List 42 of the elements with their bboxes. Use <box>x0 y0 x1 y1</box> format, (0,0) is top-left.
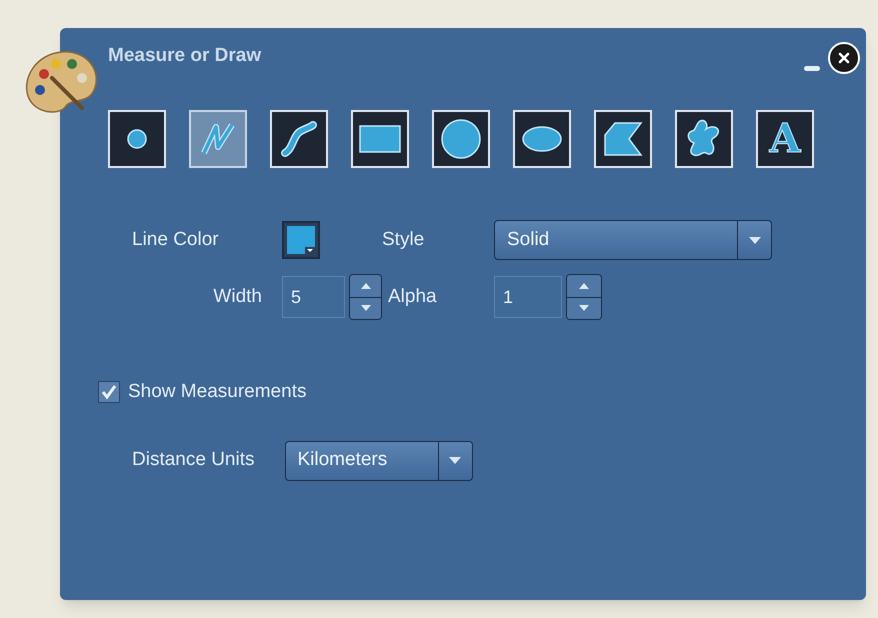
draw-tool-button[interactable] <box>108 110 166 168</box>
down-arrow-icon <box>579 305 589 312</box>
circle-icon <box>440 118 482 160</box>
draw-tool-button[interactable] <box>675 110 733 168</box>
caret-icon <box>449 457 461 464</box>
dropdown[interactable]: Solid <box>494 220 772 260</box>
draw-tool-button[interactable] <box>594 110 652 168</box>
caret-icon <box>748 236 760 244</box>
draw-tool-button[interactable] <box>270 110 328 168</box>
minimize-button[interactable] <box>804 66 820 70</box>
ellipse-icon <box>522 126 562 152</box>
alpha-label: Alpha <box>387 284 438 309</box>
close-button[interactable] <box>828 42 860 74</box>
draw-tool-button[interactable] <box>432 110 490 168</box>
down-arrow-icon <box>360 305 371 312</box>
spin-buttons[interactable] <box>349 274 382 320</box>
number-field[interactable]: 5 <box>282 276 346 318</box>
width-label: Width <box>212 284 263 309</box>
distance-units-label: Distance Units <box>132 448 254 472</box>
caret-icon <box>305 247 315 254</box>
blob-icon <box>686 119 722 159</box>
draw-tool-button[interactable] <box>351 110 409 168</box>
polygon-icon <box>603 121 643 157</box>
up-arrow-icon <box>579 282 589 289</box>
up-arrow-icon <box>360 282 371 289</box>
check-icon <box>101 384 117 400</box>
color-picker[interactable] <box>282 221 320 259</box>
number-field[interactable]: 1 <box>494 276 562 318</box>
window-title: Measure or Draw <box>108 44 262 68</box>
checkbox[interactable] <box>98 381 120 404</box>
dot-icon <box>126 128 148 150</box>
draw-tool-button[interactable] <box>513 110 571 168</box>
curve-icon <box>279 119 319 159</box>
letter-glyph: A <box>769 119 801 159</box>
line-color-label: Line Color <box>132 228 220 252</box>
close-icon <box>838 52 850 64</box>
show-measurements-label: Show Measurements <box>128 380 306 404</box>
rectangle-icon <box>359 125 401 153</box>
dropdown[interactable]: Kilometers <box>284 440 472 480</box>
spin-buttons[interactable] <box>566 274 602 320</box>
style-label: Style <box>382 228 426 252</box>
draw-tool-button[interactable]: A <box>756 110 814 168</box>
